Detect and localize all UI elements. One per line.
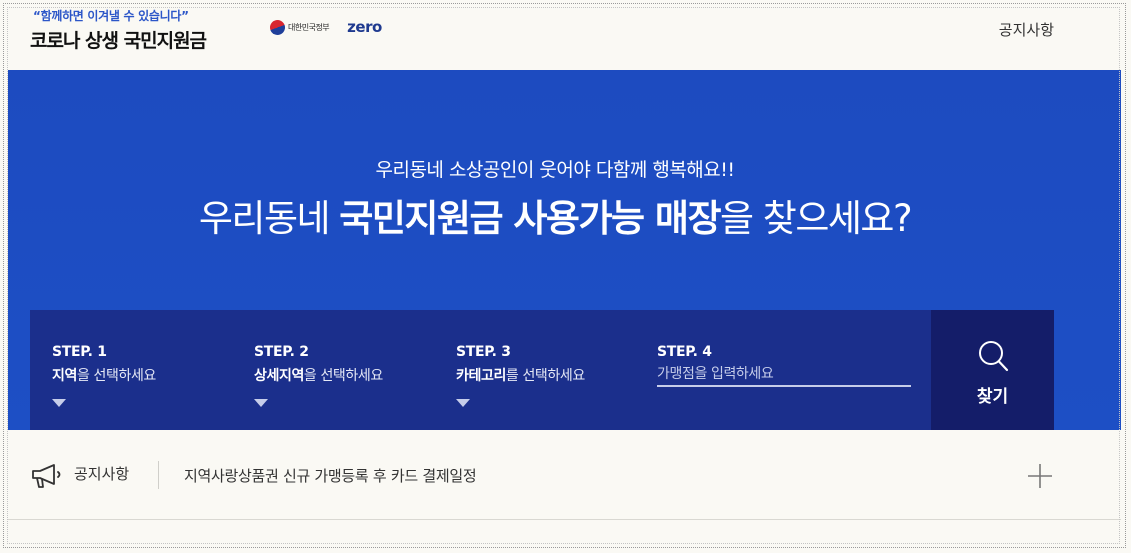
plus-icon[interactable]	[1026, 462, 1054, 490]
hero-title-bold: 국민지원금 사용가능 매장	[339, 197, 721, 240]
hero-title-pre: 우리동네	[198, 197, 340, 240]
step-subregion-select[interactable]: STEP. 2 상세지역을 선택하세요	[254, 344, 383, 407]
step-number: STEP. 1	[52, 344, 107, 360]
hero-section: 우리동네 소상공인이 웃어야 다함께 행복해요!! 우리동네 국민지원금 사용가…	[8, 70, 1121, 430]
partner-logos: 대한민국정부 zero	[267, 17, 382, 37]
step-description: 지역을 선택하세요	[52, 365, 156, 385]
step-number: STEP. 4	[657, 344, 712, 360]
logo-slogan: “함께하면 이겨낼 수 있습니다”	[33, 9, 189, 23]
logo-title: 코로나 상생 국민지원금	[30, 30, 207, 52]
search-icon	[979, 341, 1009, 372]
hero-title: 우리동네 국민지원금 사용가능 매장을 찾으세요?	[8, 188, 1102, 242]
notice-bar: 공지사항 지역사랑상품권 신규 가맹등록 후 카드 결제일정	[8, 430, 1121, 520]
step-description: 카테고리를 선택하세요	[456, 365, 585, 385]
step-category-select[interactable]: STEP. 3 카테고리를 선택하세요	[456, 344, 585, 407]
step-store-input-group: STEP. 4	[657, 344, 911, 387]
hero-title-post: 을 찾으세요?	[720, 197, 913, 240]
step-keyword: 상세지역	[254, 368, 304, 384]
step-instruction: 를 선택하세요	[505, 368, 585, 384]
store-name-input[interactable]	[657, 363, 911, 387]
store-search-form: STEP. 1 지역을 선택하세요 STEP. 2 상세지역을 선택하세요 ST…	[30, 310, 1054, 430]
find-button[interactable]: 찾기	[931, 310, 1054, 430]
site-header: “함께하면 이겨낼 수 있습니다” 코로나 상생 국민지원금 대한민국정부 ze…	[0, 0, 1131, 70]
steps-panel: STEP. 1 지역을 선택하세요 STEP. 2 상세지역을 선택하세요 ST…	[30, 310, 931, 430]
caret-down-icon[interactable]	[254, 399, 268, 407]
gov-label: 대한민국정부	[288, 22, 330, 32]
step-number: STEP. 2	[254, 344, 309, 360]
caret-down-icon[interactable]	[456, 399, 470, 407]
notice-headline-link[interactable]: 지역사랑상품권 신규 가맹등록 후 카드 결제일정	[184, 465, 477, 486]
taegeuk-icon	[267, 17, 288, 37]
find-button-label: 찾기	[976, 387, 1009, 407]
site-logo[interactable]: “함께하면 이겨낼 수 있습니다” 코로나 상생 국민지원금	[30, 7, 207, 53]
zero-logo: zero	[347, 18, 382, 36]
nav-notice-link[interactable]: 공지사항	[999, 19, 1054, 40]
caret-down-icon[interactable]	[52, 399, 66, 407]
megaphone-icon	[32, 464, 61, 488]
step-number: STEP. 3	[456, 344, 511, 360]
hero-subtitle: 우리동네 소상공인이 웃어야 다함께 행복해요!!	[375, 159, 735, 181]
notice-label: 공지사항	[74, 465, 130, 483]
step-keyword: 지역	[52, 368, 77, 384]
step-instruction: 을 선택하세요	[76, 368, 156, 384]
step-instruction: 을 선택하세요	[303, 368, 383, 384]
notice-divider	[158, 461, 159, 489]
step-keyword: 카테고리	[456, 368, 506, 384]
step-region-select[interactable]: STEP. 1 지역을 선택하세요	[52, 344, 156, 407]
step-description: 상세지역을 선택하세요	[254, 365, 383, 385]
